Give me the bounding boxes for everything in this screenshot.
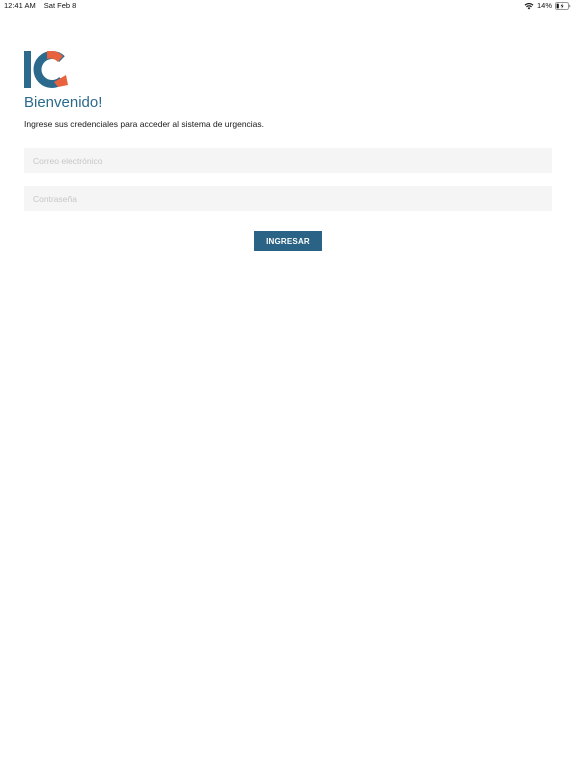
- welcome-subtitle: Ingrese sus credenciales para acceder al…: [24, 119, 265, 129]
- password-input[interactable]: [24, 186, 552, 211]
- login-screen: 12:41 AM Sat Feb 8 14% Bienvenido! Ingre…: [0, 0, 576, 768]
- email-input[interactable]: [24, 148, 552, 173]
- status-left: 12:41 AM Sat Feb 8: [4, 0, 76, 12]
- battery-charging-icon: [555, 2, 571, 10]
- status-time: 12:41 AM: [4, 1, 36, 10]
- login-button[interactable]: INGRESAR: [254, 231, 322, 251]
- status-right: 14%: [524, 0, 571, 12]
- brand-logo: [24, 51, 68, 88]
- battery-percent: 14%: [536, 1, 552, 10]
- wifi-icon: [524, 2, 534, 10]
- status-date: Sat Feb 8: [43, 1, 77, 10]
- status-bar: 12:41 AM Sat Feb 8 14%: [0, 0, 576, 12]
- welcome-title: Bienvenido!: [24, 94, 103, 111]
